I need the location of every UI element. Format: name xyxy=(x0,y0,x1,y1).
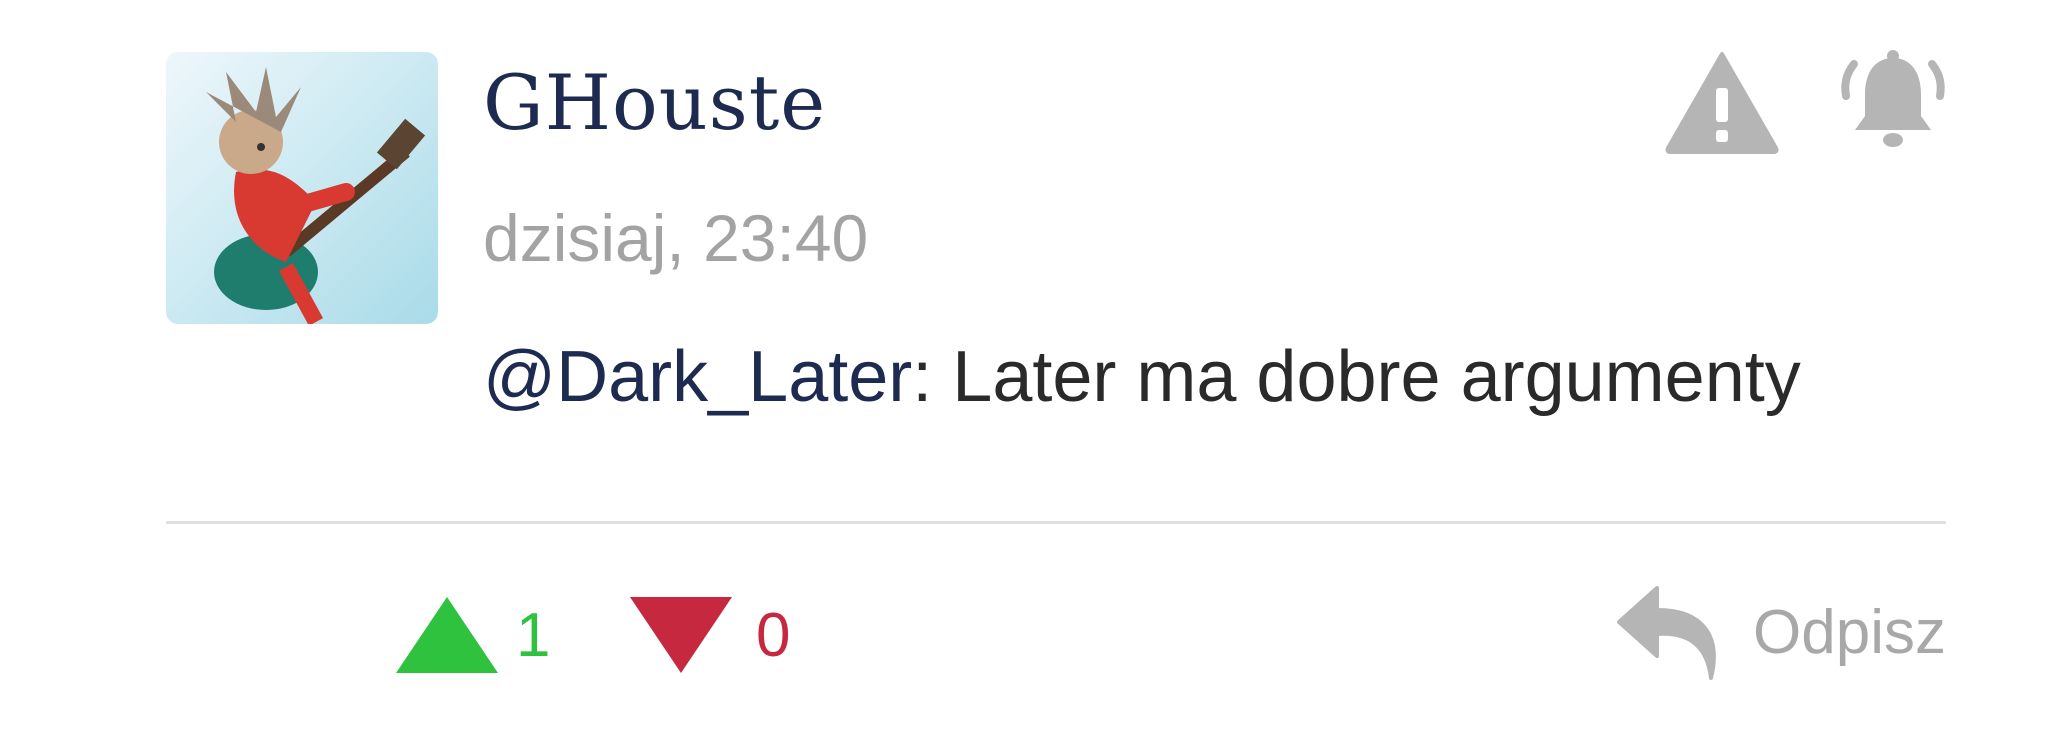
downvote-button[interactable]: 0 xyxy=(628,590,790,680)
avatar-image xyxy=(166,52,438,324)
comment-text: : Later ma dobre argumenty xyxy=(912,337,1801,417)
reply-button[interactable]: Odpisz xyxy=(1615,582,1946,682)
mention-link[interactable]: @Dark_Later xyxy=(483,337,912,417)
avatar[interactable] xyxy=(166,52,438,324)
post-timestamp: dzisiaj, 23:40 xyxy=(483,201,869,275)
report-button[interactable] xyxy=(1664,50,1780,154)
comment-body: @Dark_Later: Later ma dobre argumenty xyxy=(483,336,1801,418)
warning-triangle-icon xyxy=(1665,52,1779,154)
upvote-count: 1 xyxy=(516,600,551,670)
triangle-up-icon xyxy=(396,597,498,673)
comment-card: GHouste dzisiaj, 23:40 @Dark_Later: Late… xyxy=(0,0,2048,731)
reply-label: Odpisz xyxy=(1753,597,1946,667)
subscribe-button[interactable] xyxy=(1840,50,1946,156)
divider xyxy=(166,521,1946,524)
triangle-down-icon xyxy=(630,597,732,673)
downvote-count: 0 xyxy=(756,600,791,670)
author-name[interactable]: GHouste xyxy=(483,58,826,147)
upvote-button[interactable]: 1 xyxy=(394,590,550,680)
bell-icon xyxy=(1841,50,1945,147)
reply-arrow-icon xyxy=(1617,586,1716,680)
